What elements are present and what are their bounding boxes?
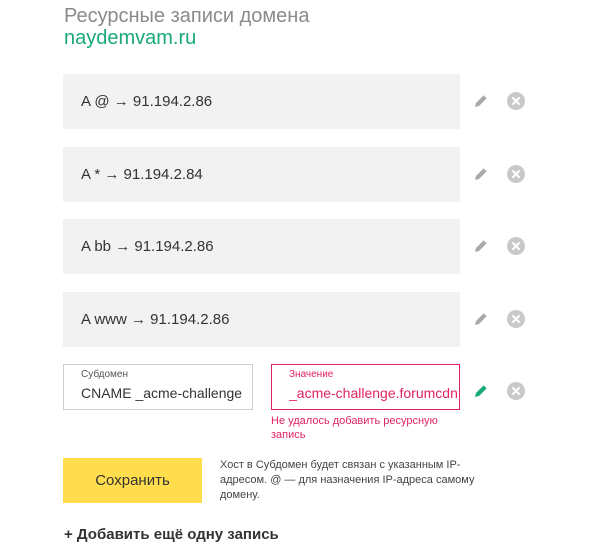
error-message: Не удалось добавить ресурсную запись — [271, 415, 438, 441]
close-circle-icon[interactable] — [507, 237, 525, 255]
close-circle-icon[interactable] — [507, 382, 525, 400]
dns-record-text: A www → 91.194.2.86 — [81, 311, 230, 328]
dns-record-row: A @ → 91.194.2.86 — [63, 74, 460, 129]
dns-record-text: A bb → 91.194.2.86 — [81, 238, 214, 255]
dns-record-row: A * → 91.194.2.84 — [63, 147, 460, 202]
dns-record-row: A www → 91.194.2.86 — [63, 292, 460, 347]
pencil-icon[interactable] — [472, 92, 490, 110]
subdomain-label: Субдомен — [81, 369, 128, 380]
add-record-link[interactable]: + Добавить ещё одну запись — [64, 526, 279, 543]
dns-record-row: A bb → 91.194.2.86 — [63, 219, 460, 274]
pencil-icon[interactable] — [472, 165, 490, 183]
close-circle-icon[interactable] — [507, 165, 525, 183]
value-field[interactable]: Значение _acme-challenge.forumcdn — [271, 364, 460, 410]
value-input[interactable]: _acme-challenge.forumcdn — [289, 385, 457, 401]
pencil-icon[interactable] — [472, 310, 490, 328]
pencil-icon[interactable] — [472, 237, 490, 255]
close-circle-icon[interactable] — [507, 310, 525, 328]
subdomain-field[interactable]: Субдомен CNAME _acme-challenge — [63, 364, 253, 410]
save-button[interactable]: Сохранить — [63, 458, 202, 503]
domain-name: naydemvam.ru — [64, 27, 197, 49]
dns-record-text: A @ → 91.194.2.86 — [81, 93, 213, 110]
hint-text: Хост в Субдомен будет связан с указанным… — [220, 459, 475, 501]
subdomain-value[interactable]: CNAME _acme-challenge — [81, 385, 251, 401]
value-label: Значение — [289, 369, 334, 380]
page-title: Ресурсные записи домена — [64, 5, 310, 27]
pencil-icon[interactable] — [472, 382, 490, 400]
dns-record-text: A * → 91.194.2.84 — [81, 166, 203, 183]
close-circle-icon[interactable] — [507, 92, 525, 110]
